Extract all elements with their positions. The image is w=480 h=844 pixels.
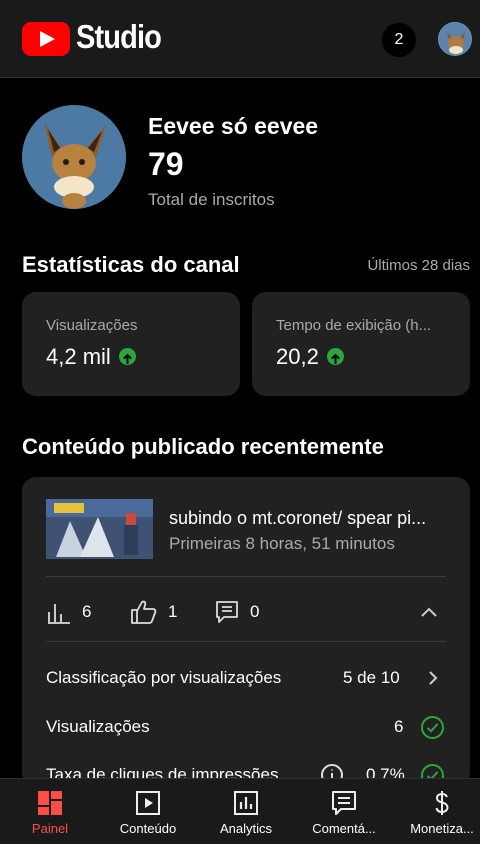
top-app-bar: Studio 2: [0, 0, 480, 78]
chevron-right-icon[interactable]: [426, 669, 440, 687]
subscriber-label: Total de inscritos: [148, 190, 275, 209]
chevron-up-icon[interactable]: [418, 601, 440, 623]
trend-up-icon: [326, 347, 344, 365]
nav-item-conteudo[interactable]: Conteúdo: [100, 779, 196, 844]
subscriber-count: 79: [148, 146, 184, 182]
channel-avatar[interactable]: [22, 105, 126, 209]
views-row-value: 6: [394, 717, 404, 736]
comments-count: 0: [250, 602, 260, 621]
comments-icon: [332, 791, 356, 815]
stat-value-text: 20,2: [276, 344, 319, 369]
thumbnail-image: [46, 499, 153, 559]
bottom-navigation: Painel Conteúdo Analytics Comentá... Mon…: [0, 778, 480, 844]
studio-wordmark: Studio: [76, 18, 162, 55]
recent-content-title: Conteúdo publicado recentemente: [22, 434, 384, 459]
divider: [46, 576, 446, 577]
views-count: 6: [82, 602, 92, 621]
likes-metric[interactable]: 1: [130, 598, 177, 626]
stats-range: Últimos 28 dias: [367, 257, 470, 274]
comments-metric[interactable]: 0: [214, 598, 259, 626]
stat-value: 20,2: [276, 344, 344, 370]
views-row-label: Visualizações: [46, 717, 150, 736]
channel-stats-title: Estatísticas do canal: [22, 252, 240, 277]
analytics-icon: [234, 791, 258, 815]
stat-card-views[interactable]: Visualizações 4,2 mil: [22, 292, 240, 396]
video-thumbnail[interactable]: [46, 499, 153, 559]
nav-label: Painel: [31, 821, 69, 836]
trend-up-icon: [118, 347, 136, 365]
eevee-avatar-icon: [22, 105, 126, 209]
check-circle-icon: [421, 716, 444, 739]
account-avatar[interactable]: [438, 22, 472, 56]
nav-item-comentarios[interactable]: Comentá...: [296, 779, 392, 844]
video-period: Primeiras 8 horas, 51 minutos: [169, 534, 395, 553]
nav-item-painel[interactable]: Painel: [2, 779, 98, 844]
nav-label: Comentá...: [312, 821, 376, 836]
dashboard-icon: [38, 791, 62, 815]
notifications-button[interactable]: 2: [382, 23, 416, 57]
stat-label: Visualizações: [46, 317, 138, 334]
ranking-label: Classificação por visualizações: [46, 668, 282, 687]
nav-item-monetizacao[interactable]: Monetiza...: [394, 779, 480, 844]
recent-video-card: subindo o mt.coronet/ spear pi... Primei…: [22, 477, 470, 787]
stat-value-text: 4,2 mil: [46, 344, 111, 369]
channel-name: Eevee só eevee: [148, 113, 319, 139]
stat-label: Tempo de exibição (h...: [276, 317, 432, 334]
thumbs-up-icon: [131, 600, 157, 624]
nav-label: Monetiza...: [410, 821, 474, 836]
nav-label: Conteúdo: [119, 821, 177, 836]
dollar-icon: [435, 791, 449, 815]
likes-count: 1: [168, 602, 178, 621]
divider: [46, 641, 446, 642]
stat-card-watch-time[interactable]: Tempo de exibição (h... 20,2: [252, 292, 470, 396]
bar-chart-icon: [48, 604, 70, 624]
nav-label: Analytics: [219, 821, 273, 836]
eevee-avatar-icon: [439, 23, 471, 55]
comment-icon: [216, 601, 238, 623]
ranking-value: 5 de 10: [343, 668, 400, 687]
youtube-logo-icon[interactable]: [22, 22, 70, 56]
content-icon: [136, 791, 160, 815]
stat-value: 4,2 mil: [46, 344, 136, 370]
video-title[interactable]: subindo o mt.coronet/ spear pi...: [169, 508, 426, 529]
views-metric[interactable]: 6: [46, 598, 91, 626]
nav-item-analytics[interactable]: Analytics: [198, 779, 294, 844]
